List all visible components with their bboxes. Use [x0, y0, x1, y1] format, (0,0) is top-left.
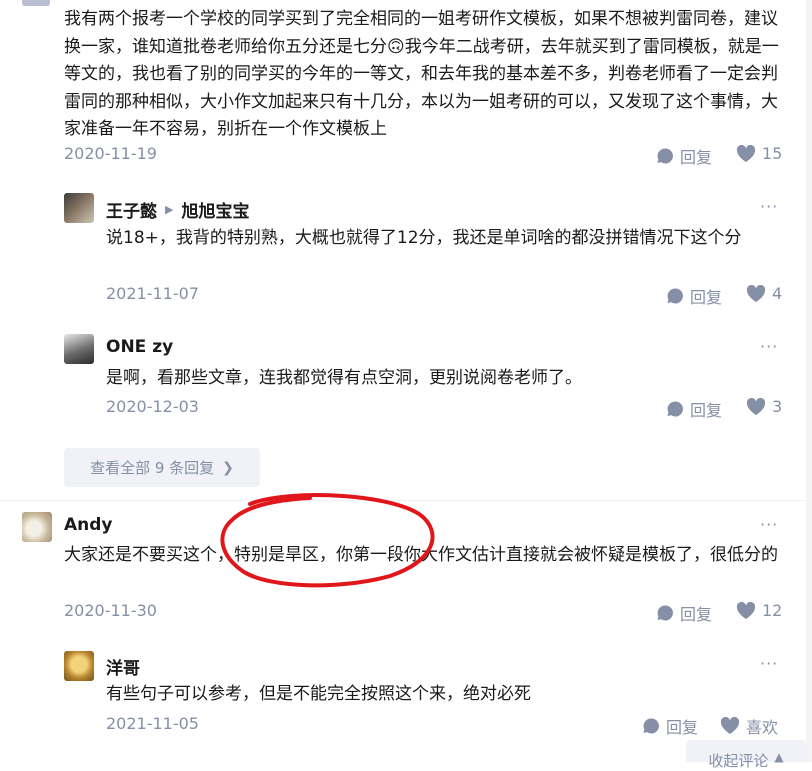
- chat-bubble-icon: [666, 400, 684, 418]
- reply-button[interactable]: 回复: [642, 714, 698, 738]
- reply-button[interactable]: 回复: [666, 284, 722, 308]
- reply-label: 回复: [680, 148, 713, 167]
- like-button[interactable]: 12: [736, 601, 782, 620]
- reply-label: 回复: [690, 401, 723, 420]
- like-button[interactable]: 3: [746, 397, 782, 416]
- comment-author[interactable]: Andy: [64, 515, 113, 535]
- collapse-comments-button[interactable]: 收起评论 ▲: [686, 740, 806, 770]
- reply-date: 2021-11-07: [106, 284, 199, 303]
- like-button[interactable]: 4: [746, 284, 782, 303]
- like-label: 喜欢: [746, 718, 779, 737]
- reply-label: 回复: [680, 605, 713, 624]
- like-count: 15: [762, 144, 783, 163]
- avatar[interactable]: [22, 512, 52, 542]
- reply-label: 回复: [690, 288, 723, 307]
- reply-date: 2020-12-03: [106, 397, 199, 416]
- heart-icon: [736, 601, 756, 620]
- more-options-button[interactable]: ···: [760, 515, 778, 534]
- view-all-label: 查看全部 9 条回复: [90, 459, 215, 477]
- reply-text: 是啊，看那些文章，连我都觉得有点空洞，更别说阅卷老师了。: [106, 368, 582, 388]
- reply-text: 说18+，我背的特别熟，大概也就得了12分，我还是单词啥的都没拼错情况下这个分: [106, 228, 742, 248]
- chat-bubble-icon: [656, 604, 674, 622]
- comment-date: 2020-11-30: [64, 601, 157, 620]
- reply-author[interactable]: ONE zy: [106, 337, 173, 357]
- reply-author[interactable]: 王子懿: [106, 197, 157, 222]
- chat-bubble-icon: [642, 717, 660, 735]
- chat-bubble-icon: [666, 287, 684, 305]
- avatar[interactable]: [64, 334, 94, 364]
- avatar[interactable]: [22, 0, 50, 6]
- like-count: 4: [772, 284, 783, 303]
- red-circle-annotation: [220, 493, 435, 588]
- reply-button[interactable]: 回复: [656, 144, 712, 168]
- avatar[interactable]: [64, 651, 94, 681]
- chat-bubble-icon: [656, 147, 674, 165]
- more-options-button[interactable]: ···: [760, 654, 778, 673]
- heart-icon: [736, 144, 756, 163]
- heart-icon: [746, 397, 766, 416]
- reply-text: 有些句子可以参考，但是不能完全按照这个来，绝对必死: [106, 684, 531, 704]
- like-button[interactable]: 15: [736, 144, 782, 163]
- heart-icon: [720, 717, 740, 735]
- collapse-label: 收起评论: [708, 752, 769, 770]
- like-button[interactable]: 喜欢: [720, 714, 778, 738]
- comment-text: 我有两个报考一个学校的同学买到了完全相同的一姐考研作文模板，如果不想被判雷同卷，…: [64, 9, 779, 139]
- like-count: 3: [772, 397, 783, 416]
- comment-date: 2020-11-19: [64, 144, 157, 163]
- heart-icon: [746, 284, 766, 303]
- reply-to-author[interactable]: 旭旭宝宝: [181, 197, 249, 222]
- like-count: 12: [762, 601, 783, 620]
- chevron-right-icon: ❯: [222, 459, 234, 476]
- reply-date: 2021-11-05: [106, 714, 199, 733]
- scrollbar-track[interactable]: [806, 0, 812, 762]
- more-options-button[interactable]: ···: [760, 197, 778, 216]
- reply-button[interactable]: 回复: [666, 397, 722, 421]
- view-all-replies-button[interactable]: 查看全部 9 条回复 ❯: [64, 448, 260, 487]
- reply-arrow-icon: ▶: [165, 203, 174, 216]
- more-options-button[interactable]: ···: [760, 337, 778, 356]
- avatar[interactable]: [64, 193, 94, 223]
- reply-author[interactable]: 洋哥: [106, 654, 140, 679]
- reply-label: 回复: [666, 718, 699, 737]
- reply-button[interactable]: 回复: [656, 601, 712, 625]
